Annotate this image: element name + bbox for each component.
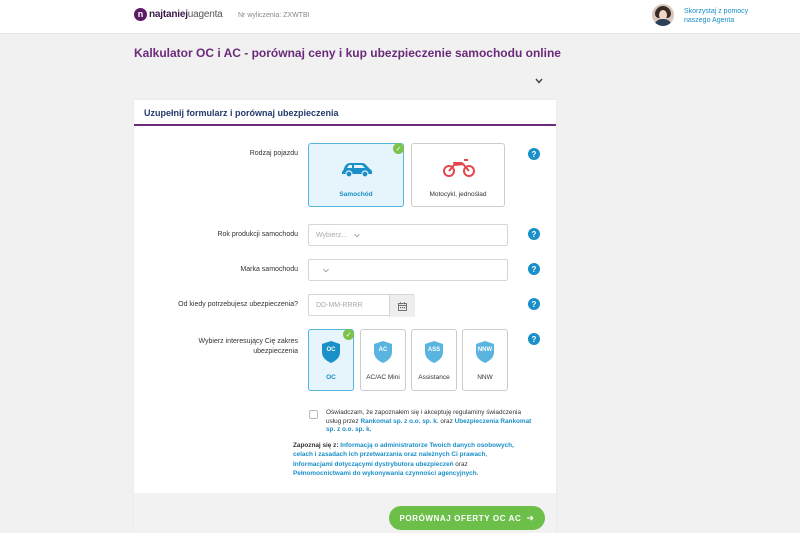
arrow-right-icon: ➜ [526,512,535,523]
car-icon [342,163,372,178]
scope-option-oc[interactable]: ✓ OC OC [308,329,354,391]
consent-text: Oświadczam, że zapoznałem się i akceptuj… [326,409,536,435]
start-date-input[interactable]: DD-MM-RRRR [308,294,415,317]
top-bar: n najtaniejuagenta Nr wyliczenia: ZXWTBI… [0,0,800,34]
page-title: Kalkulator OC i AC - porównaj ceny i kup… [134,46,561,60]
form-card: Uzupełnij formularz i porównaj ubezpiecz… [134,100,556,533]
logo-agent: uagenta [187,8,223,20]
year-label: Rok produkcji samochodu [217,231,298,238]
year-placeholder: Wybierz... [316,232,348,239]
motorcycle-icon [443,159,475,177]
help-icon[interactable]: ? [528,148,540,160]
scope-label: Wybierz interesujący Cię zakres ubezpiec… [198,338,298,355]
scope-badge-nnw: NNW [477,347,493,353]
agent-avatar[interactable] [652,4,674,26]
make-label: Marka samochodu [240,266,298,273]
calculation-number: Nr wyliczenia: ZXWTBI [238,12,310,19]
chevron-down-icon[interactable] [534,76,544,86]
start-date-label: Od kiedy potrzebujesz ubezpieczenia? [178,301,298,308]
privacy-info-separator: , [485,451,488,459]
privacy-info-prefix: Zapoznaj się z: [293,442,341,449]
agent-help-link[interactable]: Skorzystaj z pomocy naszego Agenta [684,7,770,25]
privacy-info-separator: oraz [453,460,468,468]
vehicle-option-motorcycle-label: Motocykl, jednoślad [429,191,487,198]
chevron-down-icon [354,233,360,238]
consent-checkbox[interactable] [309,410,318,419]
help-icon[interactable]: ? [528,298,540,310]
privacy-info-suffix: . [476,470,479,478]
agency-powers-link[interactable]: Pełnomocnictwami do wykonywania czynnośc… [293,470,477,477]
calendar-icon [398,301,407,311]
check-icon: ✓ [343,329,354,340]
help-icon[interactable]: ? [528,333,540,345]
calendar-button[interactable] [389,295,415,317]
consent-text-part: oraz [438,417,455,425]
make-select[interactable] [308,259,508,281]
vehicle-option-motorcycle[interactable]: Motocykl, jednoślad [411,143,505,207]
start-date-placeholder: DD-MM-RRRR [316,302,363,309]
privacy-info-text: Zapoznaj się z: Informacją o administrat… [293,441,515,479]
compare-offers-label: PORÓWNAJ OFERTY OC AC [399,513,522,523]
form-header-title: Uzupełnij formularz i porównaj ubezpiecz… [144,108,339,118]
vehicle-option-car[interactable]: ✓ Samochód [308,143,404,207]
scope-badge-assistance: ASS [427,347,441,353]
compare-offers-button[interactable]: PORÓWNAJ OFERTY OC AC ➜ [389,506,545,530]
logo-text: najtaniejuagenta [149,9,223,20]
scope-option-oc-label: OC [326,374,336,381]
scope-badge-ac: AC [378,347,388,353]
scope-option-ac-label: AC/AC Mini [366,374,400,381]
rankomat-regulations-link[interactable]: Rankomat sp. z o.o. sp. k. [360,418,438,425]
help-icon[interactable]: ? [528,263,540,275]
scope-option-nnw-label: NNW [477,374,493,381]
scope-badge-oc: OC [326,347,336,353]
distributor-info-link[interactable]: Informacjami dotyczącymi dystrybutora ub… [293,461,454,468]
logo-brand: najtaniej [149,8,188,20]
check-icon: ✓ [393,143,404,154]
scope-option-assistance[interactable]: ASS Assistance [411,329,457,391]
vehicle-option-car-label: Samochód [339,191,373,198]
chevron-down-icon [323,268,329,273]
scope-option-ac[interactable]: AC AC/AC Mini [360,329,406,391]
form-header: Uzupełnij formularz i porównaj ubezpiecz… [134,100,556,126]
scope-option-assistance-label: Assistance [418,374,450,381]
year-select[interactable]: Wybierz... [308,224,508,246]
logo[interactable]: n najtaniejuagenta [134,6,223,22]
logo-mark: n [134,7,147,21]
vehicle-type-label: Rodzaj pojazdu [249,150,298,157]
help-icon[interactable]: ? [528,228,540,240]
scope-option-nnw[interactable]: NNW NNW [462,329,508,391]
